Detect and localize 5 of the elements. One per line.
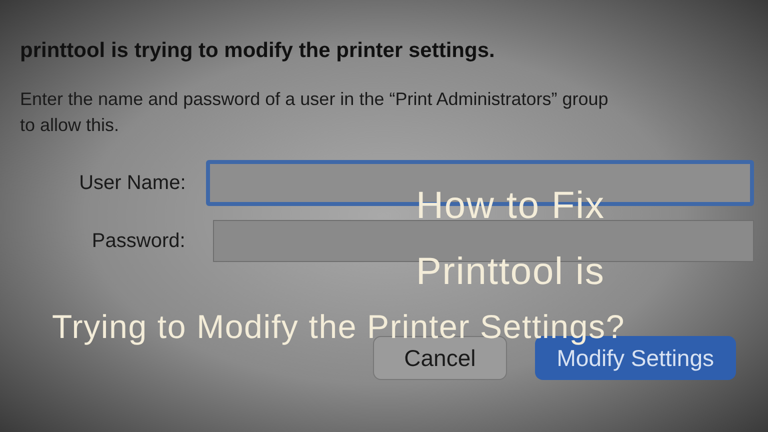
field-label: Password: <box>90 229 186 254</box>
dialog-message: Enter the name and password of a user in the “Print Administrators” group to allow this. <box>20 88 610 138</box>
dialog-heading: printtool is trying to modify the printer settings. <box>20 38 496 64</box>
overlay-title-line: Printtool is <box>416 250 605 295</box>
field-label: User Name: <box>78 171 187 196</box>
